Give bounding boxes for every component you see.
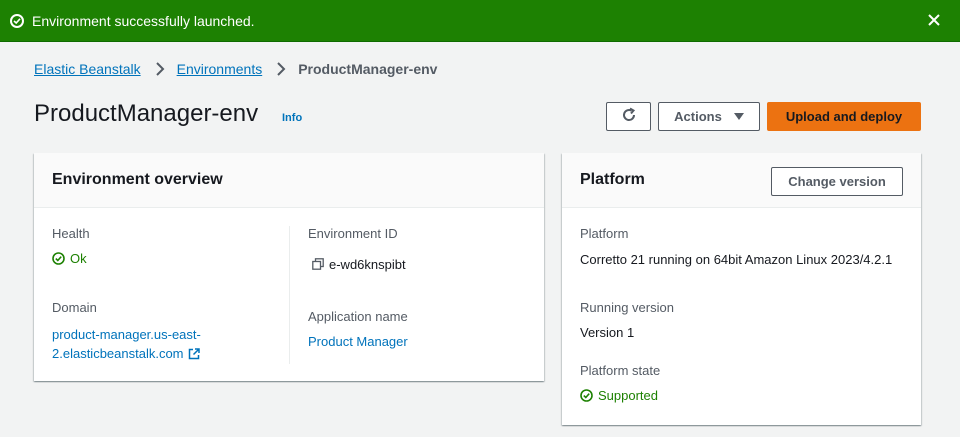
actions-label: Actions bbox=[674, 109, 722, 124]
platform-state: Supported bbox=[580, 388, 658, 403]
close-icon[interactable] bbox=[926, 12, 942, 28]
platform-state-label: Platform state bbox=[580, 363, 661, 378]
domain-label: Domain bbox=[52, 300, 97, 315]
change-version-button[interactable]: Change version bbox=[771, 167, 903, 196]
health-value: Ok bbox=[70, 251, 87, 266]
domain-line-1: product-manager.us-east- bbox=[52, 327, 201, 342]
breadcrumb: Elastic Beanstalk Environments ProductMa… bbox=[34, 61, 437, 77]
platform-value: Corretto 21 running on 64bit Amazon Linu… bbox=[580, 252, 893, 267]
copy-icon[interactable] bbox=[312, 258, 324, 270]
health-status: Ok bbox=[52, 251, 87, 266]
actions-dropdown-button[interactable]: Actions bbox=[658, 102, 760, 131]
upload-and-deploy-button[interactable]: Upload and deploy bbox=[767, 102, 921, 131]
chevron-right-icon bbox=[276, 62, 286, 76]
platform-state-value: Supported bbox=[598, 388, 658, 403]
application-name-label: Application name bbox=[308, 309, 408, 324]
application-name-link[interactable]: Product Manager bbox=[308, 334, 408, 349]
page-title: ProductManager-env bbox=[34, 100, 259, 127]
environment-id-label: Environment ID bbox=[308, 226, 398, 241]
refresh-icon bbox=[621, 107, 637, 126]
info-link[interactable]: Info bbox=[282, 112, 302, 124]
health-label: Health bbox=[52, 226, 90, 241]
refresh-button[interactable] bbox=[606, 102, 651, 131]
platform-label: Platform bbox=[580, 226, 629, 241]
environment-id-value: e-wd6knspibt bbox=[329, 257, 406, 272]
chevron-right-icon bbox=[155, 62, 165, 76]
status-ok-icon bbox=[580, 389, 593, 402]
column-divider bbox=[289, 226, 290, 364]
caret-down-icon bbox=[733, 113, 744, 120]
domain-line-2: 2.elasticbeanstalk.com bbox=[52, 346, 184, 361]
external-link-icon bbox=[188, 346, 200, 360]
success-check-icon bbox=[10, 13, 24, 28]
flash-message: Environment successfully launched. bbox=[32, 12, 255, 29]
breadcrumb-elastic-beanstalk[interactable]: Elastic Beanstalk bbox=[34, 61, 141, 77]
domain-link[interactable]: product-manager.us-east- 2.elasticbeanst… bbox=[52, 325, 201, 363]
success-flashbar: Environment successfully launched. bbox=[0, 0, 960, 42]
platform-panel: Platform Change version Platform Corrett… bbox=[562, 153, 921, 425]
running-version-label: Running version bbox=[580, 300, 674, 315]
environment-id: e-wd6knspibt bbox=[312, 257, 406, 272]
breadcrumb-current: ProductManager-env bbox=[298, 61, 438, 77]
environment-overview-title: Environment overview bbox=[34, 153, 544, 208]
running-version-value: Version 1 bbox=[580, 325, 635, 340]
status-ok-icon bbox=[52, 252, 65, 265]
environment-overview-panel: Environment overview Health Ok Domain pr… bbox=[34, 153, 544, 381]
breadcrumb-environments[interactable]: Environments bbox=[177, 61, 263, 77]
